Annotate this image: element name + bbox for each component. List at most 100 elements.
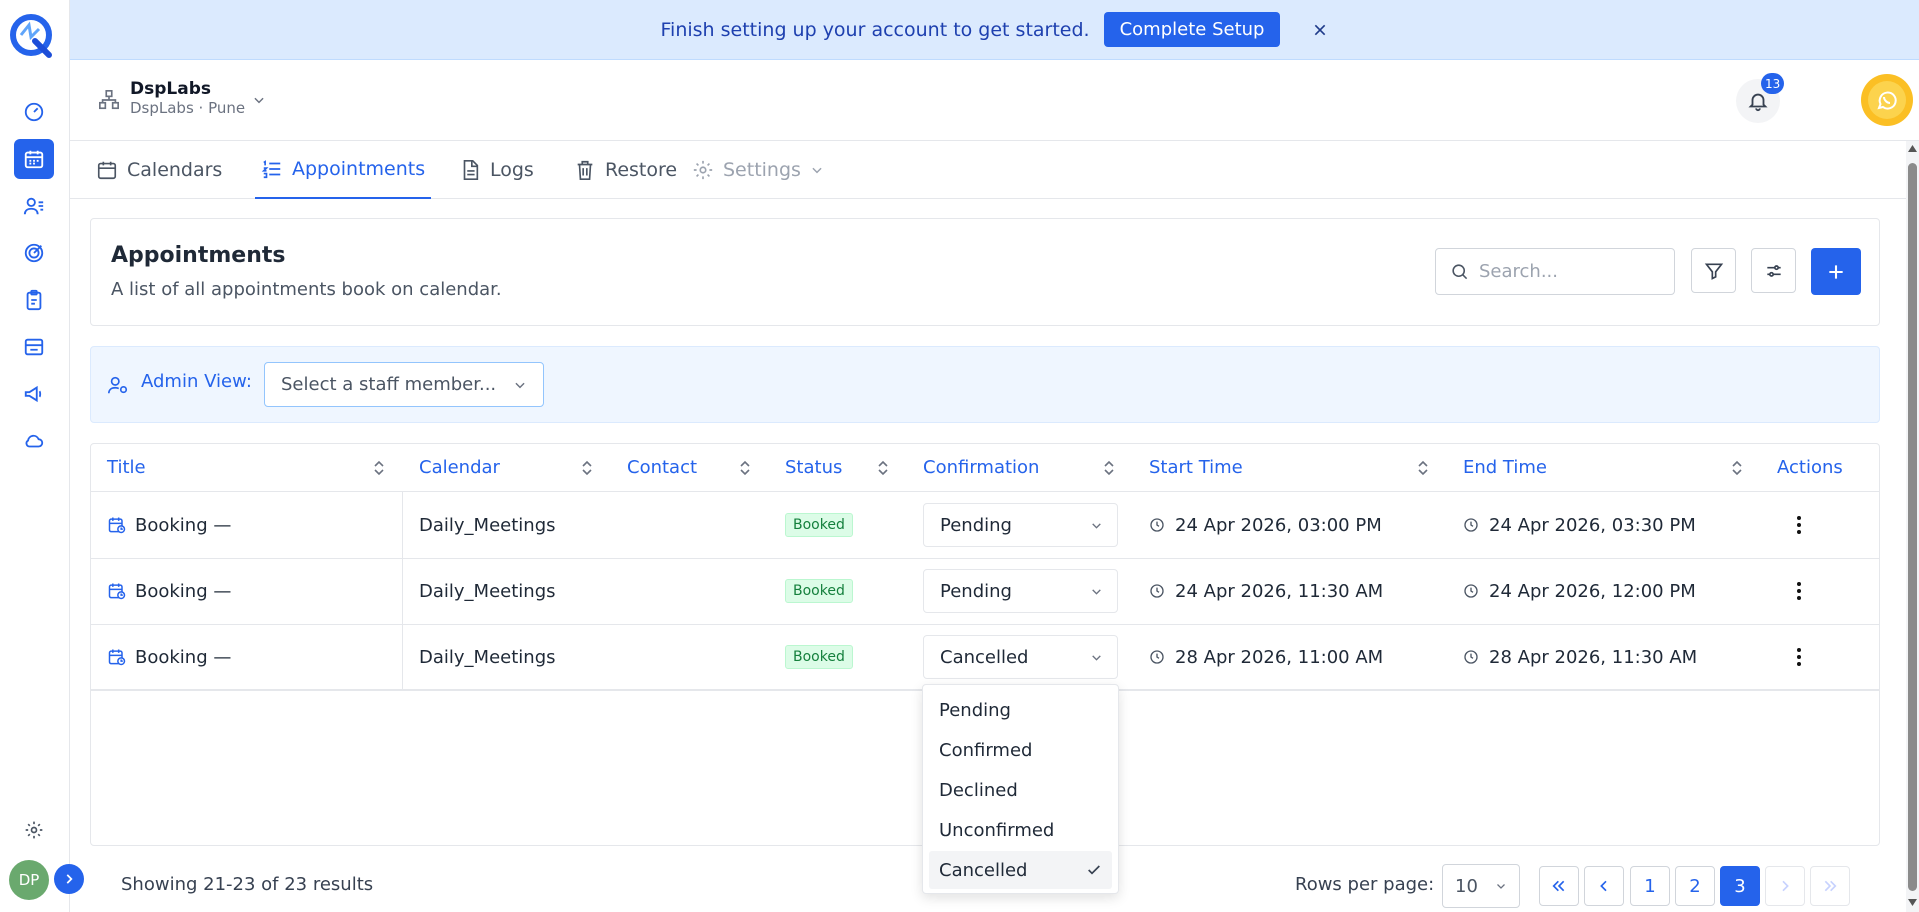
sort-icon[interactable] xyxy=(581,460,593,476)
column-header-actions: Actions xyxy=(1777,457,1843,478)
option-unconfirmed[interactable]: Unconfirmed xyxy=(929,811,1112,849)
sort-icon[interactable] xyxy=(373,460,385,476)
option-label: Unconfirmed xyxy=(939,819,1055,841)
scroll-thumb[interactable] xyxy=(1908,163,1917,891)
complete-setup-button[interactable]: Complete Setup xyxy=(1103,12,1281,47)
filter-button[interactable] xyxy=(1691,248,1736,293)
table-row[interactable]: Booking — xyxy=(107,492,231,558)
chevron-down-icon xyxy=(1092,654,1101,661)
results-summary: Showing 21-23 of 23 results xyxy=(121,874,374,895)
tab-logs[interactable]: Logs xyxy=(459,141,534,199)
sort-icon[interactable] xyxy=(1417,460,1429,476)
app-logo[interactable] xyxy=(9,13,55,59)
chevron-down-icon xyxy=(1092,522,1101,529)
page-3-button[interactable]: 3 xyxy=(1720,866,1760,906)
scroll-up-arrow[interactable] xyxy=(1908,145,1917,152)
table-row[interactable]: Booking — xyxy=(107,558,231,624)
confirmation-select[interactable]: Cancelled xyxy=(923,635,1118,679)
column-header-end-time[interactable]: End Time xyxy=(1463,444,1547,491)
sort-icon[interactable] xyxy=(739,460,751,476)
more-vertical-icon xyxy=(1797,582,1801,600)
megaphone-icon[interactable] xyxy=(14,374,54,414)
whatsapp-icon xyxy=(1877,91,1897,110)
confirmation-dropdown-menu: Pending Confirmed Declined Unconfirmed C… xyxy=(922,684,1119,894)
check-icon xyxy=(1088,865,1100,875)
sort-icon[interactable] xyxy=(1731,460,1743,476)
dashboard-icon[interactable] xyxy=(14,92,54,132)
confirmation-select[interactable]: Pending xyxy=(923,503,1118,547)
column-header-calendar[interactable]: Calendar xyxy=(419,444,500,491)
option-pending[interactable]: Pending xyxy=(929,691,1112,729)
clock-icon xyxy=(1464,650,1478,664)
column-settings-button[interactable] xyxy=(1751,248,1796,293)
clipboard-icon[interactable] xyxy=(14,280,54,320)
tab-label: Logs xyxy=(490,159,534,181)
org-name: DspLabs xyxy=(130,79,211,99)
confirmation-value: Pending xyxy=(940,514,1012,536)
calendar-nav-icon[interactable] xyxy=(14,139,54,179)
last-page-button[interactable] xyxy=(1810,866,1850,906)
whatsapp-button[interactable] xyxy=(1861,74,1913,126)
tab-restore[interactable]: Restore xyxy=(574,141,677,199)
page-2-button[interactable]: 2 xyxy=(1675,866,1715,906)
tab-settings[interactable]: Settings xyxy=(692,141,824,199)
user-gear-icon xyxy=(107,374,129,396)
page-scrollbar[interactable] xyxy=(1906,141,1919,912)
sort-icon[interactable] xyxy=(877,460,889,476)
sort-icon[interactable] xyxy=(1103,460,1115,476)
tab-appointments[interactable]: Appointments xyxy=(255,141,432,199)
contacts-icon[interactable] xyxy=(14,186,54,226)
prev-page-button[interactable] xyxy=(1584,866,1624,906)
column-header-start-time[interactable]: Start Time xyxy=(1149,444,1243,491)
page-1-button[interactable]: 1 xyxy=(1630,866,1670,906)
row-actions-button[interactable] xyxy=(1795,647,1803,667)
document-icon xyxy=(463,160,479,180)
staff-member-select[interactable]: Select a staff member... xyxy=(264,362,544,407)
target-icon[interactable] xyxy=(14,233,54,273)
end-time-text: 24 Apr 2026, 03:30 PM xyxy=(1489,514,1696,536)
confirmation-select[interactable]: Pending xyxy=(923,569,1118,613)
org-chevron-down-icon[interactable] xyxy=(252,93,266,107)
close-banner-button[interactable] xyxy=(1312,22,1328,38)
column-header-title[interactable]: Title xyxy=(107,444,146,491)
chevron-right-icon xyxy=(66,874,73,884)
calendar-clock-icon xyxy=(108,649,126,666)
start-time-text: 28 Apr 2026, 11:00 AM xyxy=(1175,646,1384,668)
row-calendar: Daily_Meetings xyxy=(419,580,556,602)
add-appointment-button[interactable] xyxy=(1811,248,1861,295)
table-row[interactable]: Booking — xyxy=(107,624,231,690)
sidebar-avatar[interactable]: DP xyxy=(9,860,49,900)
chevrons-left-icon xyxy=(1552,880,1565,892)
org-switcher[interactable]: DspLabs DspLabs · Pune xyxy=(130,79,245,117)
expand-sidebar-button[interactable] xyxy=(54,864,84,894)
scroll-down-arrow[interactable] xyxy=(1908,899,1917,906)
first-page-button[interactable] xyxy=(1539,866,1579,906)
option-cancelled[interactable]: Cancelled xyxy=(929,851,1112,889)
option-label: Cancelled xyxy=(939,859,1028,881)
chevron-down-icon xyxy=(812,167,822,174)
page-title: Appointments xyxy=(111,243,286,268)
inbox-icon[interactable] xyxy=(14,327,54,367)
row-end-time: 24 Apr 2026, 03:30 PM xyxy=(1463,492,1696,558)
banner-message: Finish setting up your account to get st… xyxy=(660,18,1090,41)
status-badge: Booked xyxy=(785,579,853,603)
row-title: Booking — xyxy=(135,646,232,668)
option-declined[interactable]: Declined xyxy=(929,771,1112,809)
sidebar: DP xyxy=(0,0,84,912)
option-confirmed[interactable]: Confirmed xyxy=(929,731,1112,769)
tab-calendars[interactable]: Calendars xyxy=(96,141,222,199)
cloud-icon[interactable] xyxy=(14,421,54,461)
rows-per-page-select[interactable]: 10 xyxy=(1442,864,1520,908)
column-header-confirmation[interactable]: Confirmation xyxy=(923,444,1039,491)
column-header-status[interactable]: Status xyxy=(785,444,842,491)
next-page-button[interactable] xyxy=(1765,866,1805,906)
search-input[interactable]: Search... xyxy=(1435,248,1675,295)
settings-icon[interactable] xyxy=(14,810,54,850)
status-badge: Booked xyxy=(785,513,853,537)
setup-banner: Finish setting up your account to get st… xyxy=(70,0,1919,60)
admin-view-bar: Admin View: Select a staff member... xyxy=(90,346,1880,423)
column-header-contact[interactable]: Contact xyxy=(627,444,697,491)
row-actions-button[interactable] xyxy=(1795,581,1803,601)
row-actions-button[interactable] xyxy=(1795,515,1803,535)
staff-select-placeholder: Select a staff member... xyxy=(281,374,497,395)
